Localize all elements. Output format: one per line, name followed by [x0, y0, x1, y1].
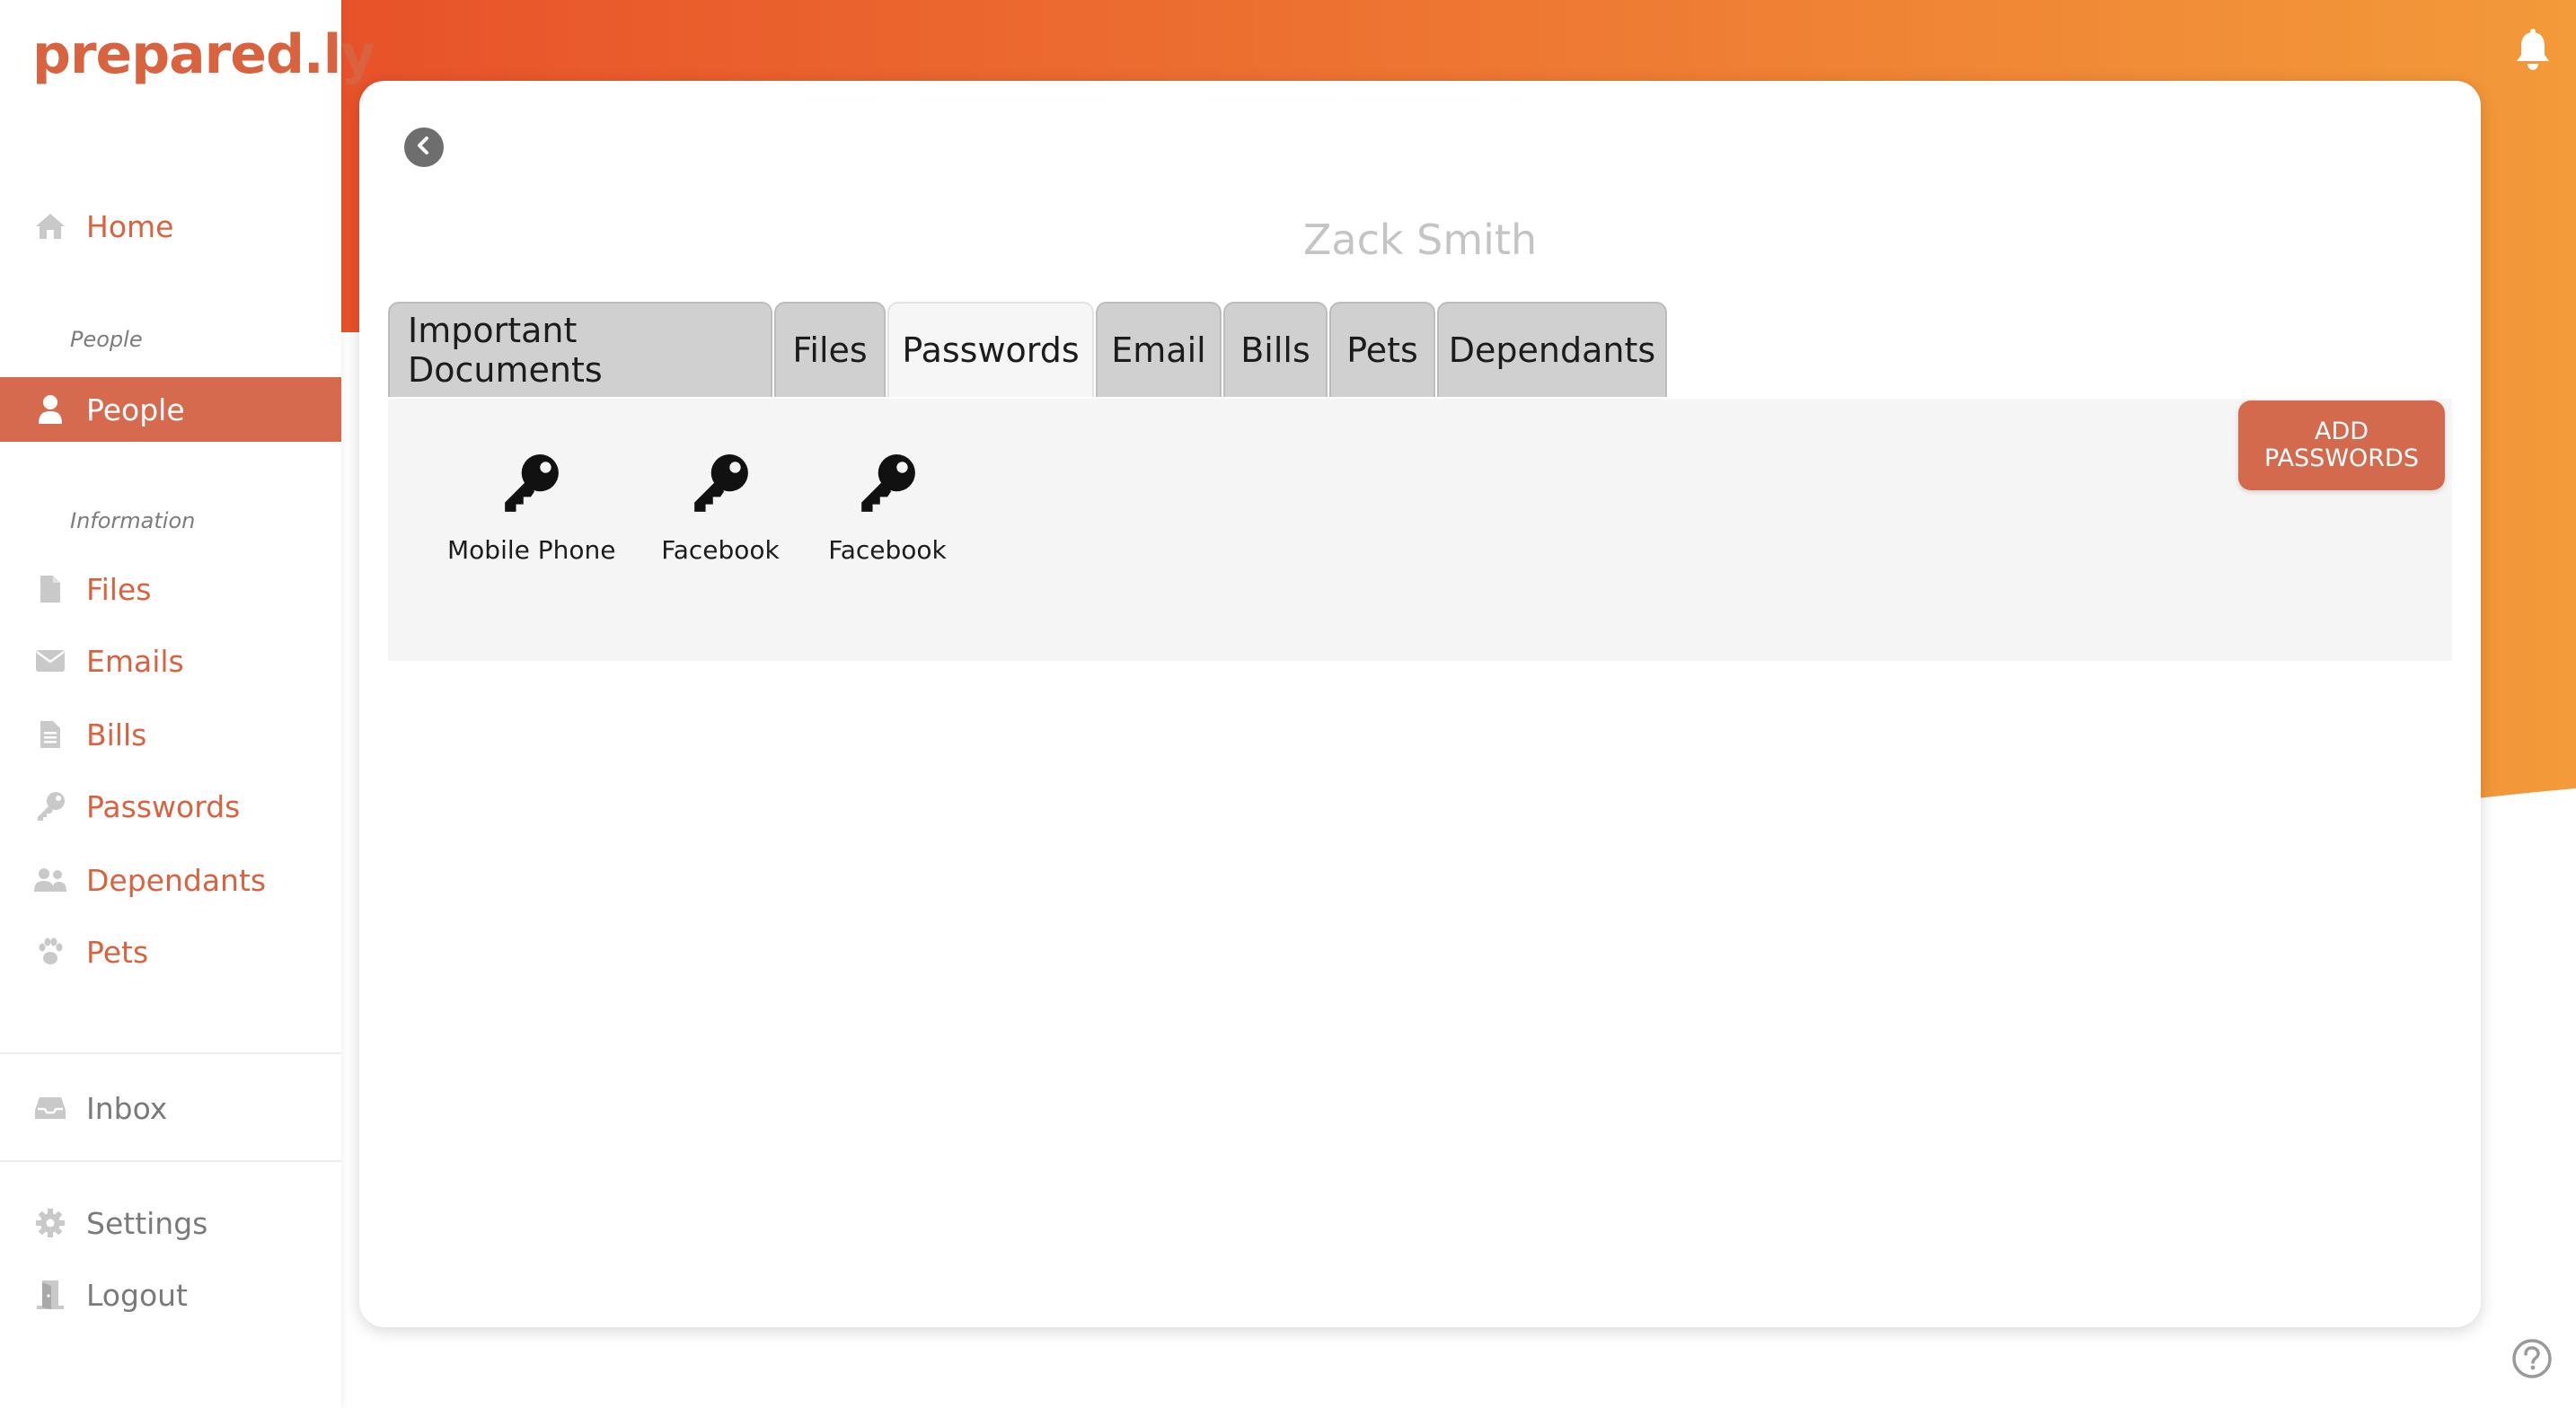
sidebar-item-logout[interactable]: Logout: [0, 1263, 341, 1327]
sidebar-label-inbox: Inbox: [86, 1090, 168, 1126]
sidebar-item-pets[interactable]: Pets: [0, 920, 341, 984]
app-logo[interactable]: prepared.ly: [32, 23, 375, 86]
sidebar-item-home[interactable]: Home: [0, 194, 341, 259]
paw-icon: [32, 934, 68, 970]
password-item[interactable]: Facebook: [657, 453, 783, 565]
users-icon: [32, 862, 68, 898]
tab-dependants[interactable]: Dependants: [1437, 302, 1667, 397]
main-card: Zack Smith Important Documents Files Pas…: [359, 81, 2481, 1327]
sidebar-section-information: Information: [70, 508, 196, 533]
sidebar-label-emails: Emails: [86, 643, 184, 679]
file-icon: [32, 571, 68, 607]
sidebar-label-bills: Bills: [86, 717, 147, 752]
sidebar-item-passwords[interactable]: Passwords: [0, 774, 341, 839]
envelope-icon: [32, 643, 68, 679]
inbox-icon: [32, 1090, 68, 1126]
password-item-label: Facebook: [828, 535, 947, 565]
sidebar-item-settings[interactable]: Settings: [0, 1191, 341, 1255]
bell-icon[interactable]: [2513, 29, 2553, 72]
key-icon: [32, 788, 68, 824]
add-passwords-button[interactable]: ADD PASSWORDS: [2238, 400, 2445, 490]
gear-icon: [32, 1205, 68, 1241]
add-passwords-label-line2: PASSWORDS: [2264, 444, 2419, 472]
sidebar-label-settings: Settings: [86, 1205, 208, 1241]
tab-bar: Important Documents Files Passwords Emai…: [388, 302, 1669, 399]
person-name: Zack Smith: [1302, 216, 1538, 264]
tab-pets[interactable]: Pets: [1329, 302, 1435, 397]
sidebar-divider: [0, 1160, 341, 1162]
back-button[interactable]: [404, 128, 444, 167]
password-item[interactable]: Facebook: [825, 453, 950, 565]
sidebar-divider: [0, 1052, 341, 1054]
sidebar-item-files[interactable]: Files: [0, 557, 341, 621]
sidebar-label-passwords: Passwords: [86, 788, 241, 824]
bill-icon: [32, 717, 68, 752]
tab-bills[interactable]: Bills: [1223, 302, 1328, 397]
sidebar-item-dependants[interactable]: Dependants: [0, 848, 341, 912]
password-item[interactable]: Mobile Phone: [447, 453, 616, 565]
sidebar-section-people: People: [70, 327, 143, 352]
sidebar: prepared.ly Home People People Informati…: [0, 0, 375, 1408]
sidebar-item-people[interactable]: People: [0, 377, 341, 442]
password-item-label: Mobile Phone: [447, 535, 616, 565]
tab-important-documents[interactable]: Important Documents: [388, 302, 772, 397]
add-passwords-label-line1: ADD: [2314, 418, 2369, 445]
tab-passwords[interactable]: Passwords: [887, 302, 1094, 397]
key-icon: [657, 453, 783, 519]
key-icon: [447, 453, 614, 519]
sidebar-label-files: Files: [86, 571, 152, 607]
password-item-label: Facebook: [661, 535, 780, 565]
sidebar-label-people: People: [86, 392, 185, 427]
sidebar-label-dependants: Dependants: [86, 862, 267, 898]
sidebar-label-logout: Logout: [86, 1277, 188, 1313]
sidebar-label-home: Home: [86, 208, 174, 244]
passwords-panel: ADD PASSWORDS Mobile Phone Facebook Face…: [388, 399, 2452, 661]
sidebar-item-inbox[interactable]: Inbox: [0, 1076, 341, 1140]
tab-email[interactable]: Email: [1096, 302, 1222, 397]
sidebar-label-pets: Pets: [86, 934, 149, 970]
door-icon: [32, 1277, 68, 1313]
key-icon: [825, 453, 950, 519]
sidebar-item-emails[interactable]: Emails: [0, 629, 341, 693]
sidebar-item-bills[interactable]: Bills: [0, 702, 341, 767]
chevron-left-icon: [414, 135, 434, 160]
tab-files[interactable]: Files: [774, 302, 886, 397]
user-icon: [32, 392, 68, 427]
home-icon: [32, 208, 68, 244]
help-icon[interactable]: [2511, 1338, 2553, 1379]
